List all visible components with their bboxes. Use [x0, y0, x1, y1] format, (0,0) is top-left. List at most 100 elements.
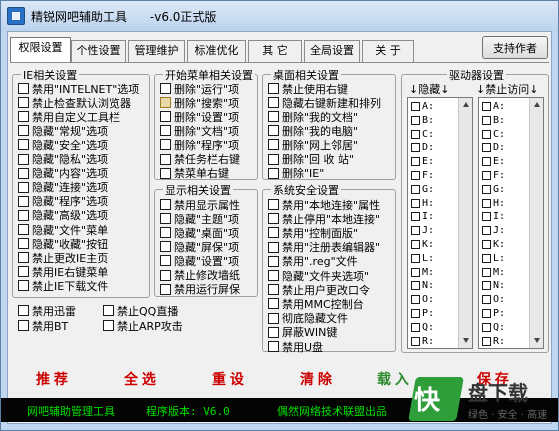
select-all-button[interactable]: 全 选 — [110, 364, 170, 394]
checkbox-box[interactable] — [18, 83, 29, 94]
ie-checkbox[interactable]: 隐藏"收藏"按钮 — [18, 237, 108, 251]
ie-checkbox[interactable]: 隐藏"程序"选项 — [18, 195, 108, 208]
checkbox-box[interactable] — [268, 125, 279, 137]
start-checkbox[interactable]: 禁菜单右键 — [160, 167, 229, 180]
checkbox-box[interactable] — [18, 305, 29, 316]
ie-checkbox[interactable]: 禁止IE下载文件 — [18, 279, 108, 293]
tab-personal[interactable]: 个性设置 — [71, 40, 126, 62]
ie-checkbox[interactable]: 禁用自定义工具栏 — [18, 110, 120, 124]
checkbox-box[interactable] — [160, 97, 171, 109]
deny-drive-item[interactable]: K: — [482, 239, 505, 250]
checkbox-box[interactable] — [18, 238, 29, 250]
start-checkbox[interactable]: 删除"程序"项 — [160, 138, 239, 152]
checkbox-box[interactable] — [411, 212, 420, 222]
checkbox-box[interactable] — [268, 213, 279, 225]
checkbox-disable-bt[interactable]: 禁用BT — [18, 319, 68, 333]
checkbox-box[interactable] — [268, 312, 279, 324]
hide-drive-item[interactable]: A: — [411, 101, 434, 112]
checkbox-box[interactable] — [268, 199, 279, 210]
checkbox-box[interactable] — [411, 336, 420, 346]
security-checkbox[interactable]: 屏蔽WIN键 — [268, 326, 337, 339]
scroll-up-icon[interactable] — [534, 102, 540, 107]
checkbox-disable-xunlei[interactable]: 禁用迅雷 — [18, 304, 76, 318]
checkbox-box[interactable] — [160, 83, 171, 94]
checkbox-box[interactable] — [18, 266, 29, 278]
display-checkbox[interactable]: 隐藏"桌面"项 — [160, 226, 239, 240]
deny-drive-item[interactable]: P: — [482, 308, 505, 319]
checkbox-box[interactable] — [160, 125, 171, 137]
checkbox-box[interactable] — [18, 181, 29, 193]
ie-checkbox[interactable]: 隐藏"常规"选项 — [18, 124, 108, 138]
checkbox-box[interactable] — [160, 255, 171, 267]
hide-drive-item[interactable]: B: — [411, 115, 434, 126]
checkbox-box[interactable] — [268, 153, 279, 165]
ie-checkbox[interactable]: 隐藏"内容"选项 — [18, 167, 108, 180]
display-checkbox[interactable]: 隐藏"主题"项 — [160, 212, 239, 226]
deny-drive-item[interactable]: L: — [482, 253, 505, 264]
hide-list-scrollbar[interactable] — [458, 98, 472, 348]
deny-drive-item[interactable]: M: — [482, 267, 505, 278]
desktop-checkbox[interactable]: 删除"我的电脑" — [268, 124, 358, 138]
checkbox-box[interactable] — [160, 269, 171, 281]
checkbox-box[interactable] — [268, 341, 279, 352]
checkbox-box[interactable] — [411, 143, 420, 153]
desktop-checkbox[interactable]: 删除"我的文档" — [268, 110, 358, 124]
start-checkbox[interactable]: 禁任务栏右键 — [160, 153, 240, 166]
checkbox-box[interactable] — [268, 241, 279, 253]
security-checkbox[interactable]: 彻底隐藏文件 — [268, 312, 348, 325]
security-checkbox[interactable]: 禁用MMC控制台 — [268, 297, 364, 311]
support-author-button[interactable]: 支持作者 — [482, 36, 548, 59]
deny-drive-item[interactable]: C: — [482, 129, 505, 140]
checkbox-box[interactable] — [268, 255, 279, 267]
ie-checkbox[interactable]: 禁止更改IE主页 — [18, 251, 108, 265]
checkbox-box[interactable] — [18, 139, 29, 151]
checkbox-box[interactable] — [411, 253, 420, 263]
checkbox-box[interactable] — [160, 153, 171, 165]
checkbox-box[interactable] — [411, 157, 420, 167]
checkbox-box[interactable] — [411, 226, 420, 236]
tab-about[interactable]: 关 于 — [362, 40, 414, 62]
checkbox-box[interactable] — [268, 83, 279, 94]
deny-drive-item[interactable]: Q: — [482, 322, 505, 333]
hide-drive-item[interactable]: H: — [411, 198, 434, 209]
checkbox-box[interactable] — [482, 226, 491, 236]
checkbox-disable-qq-live[interactable]: 禁止QQ直播 — [103, 304, 178, 318]
checkbox-box[interactable] — [160, 227, 171, 239]
checkbox-box[interactable] — [268, 111, 279, 123]
hide-drive-item[interactable]: I: — [411, 211, 434, 222]
deny-drive-item[interactable]: A: — [482, 101, 505, 112]
hide-drive-item[interactable]: M: — [411, 267, 434, 278]
start-checkbox[interactable]: 删除"运行"项 — [160, 82, 239, 96]
security-checkbox[interactable]: 禁用"本地连接"属性 — [268, 198, 380, 212]
checkbox-box[interactable] — [482, 267, 491, 277]
tab-other[interactable]: 其 它 — [248, 40, 302, 62]
hide-drive-item[interactable]: G: — [411, 184, 434, 195]
checkbox-box[interactable] — [268, 97, 279, 109]
checkbox-box[interactable] — [160, 283, 171, 295]
display-checkbox[interactable]: 隐藏"设置"项 — [160, 254, 239, 268]
ie-checkbox[interactable]: 隐藏"高级"选项 — [18, 209, 108, 222]
security-checkbox[interactable]: 禁用"注册表编辑器" — [268, 241, 380, 254]
checkbox-box[interactable] — [482, 171, 491, 180]
checkbox-box[interactable] — [268, 139, 279, 151]
security-checkbox[interactable]: 禁止停用"本地连接" — [268, 212, 380, 226]
security-checkbox[interactable]: 禁止用户更改口令 — [268, 283, 370, 297]
checkbox-box[interactable] — [482, 212, 491, 222]
deny-drive-item[interactable]: H: — [482, 198, 505, 209]
checkbox-box[interactable] — [268, 298, 279, 310]
checkbox-box[interactable] — [411, 102, 420, 111]
ie-checkbox[interactable]: 隐藏"连接"选项 — [18, 181, 108, 194]
security-checkbox[interactable]: 隐藏"文件夹选项" — [268, 269, 369, 283]
hide-drive-item[interactable]: D: — [411, 142, 434, 153]
reset-button[interactable]: 重 设 — [198, 364, 258, 394]
checkbox-box[interactable] — [160, 241, 171, 253]
deny-drive-item[interactable]: F: — [482, 170, 505, 181]
desktop-checkbox[interactable]: 删除"回 收 站" — [268, 153, 354, 166]
hide-drive-item[interactable]: C: — [411, 129, 434, 140]
checkbox-box[interactable] — [268, 270, 279, 281]
checkbox-box[interactable] — [482, 281, 491, 291]
checkbox-box[interactable] — [18, 167, 29, 179]
checkbox-box[interactable] — [411, 322, 420, 332]
checkbox-box[interactable] — [482, 184, 491, 194]
checkbox-box[interactable] — [411, 267, 420, 277]
